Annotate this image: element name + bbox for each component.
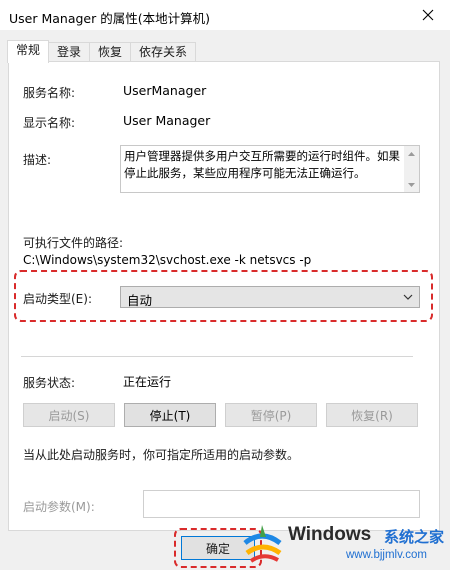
section-divider [21,356,413,357]
display-name-label: 显示名称: [23,116,76,130]
service-name-value: UserManager [123,83,207,98]
close-button[interactable] [406,0,450,30]
tab-logon[interactable]: 登录 [48,42,91,62]
general-panel: 服务名称: UserManager 显示名称: User Manager 描述:… [8,61,440,531]
startup-type-label: 启动类型(E): [23,292,92,306]
watermark-site-name: 系统之家 [384,528,445,546]
scroll-up-arrow-icon[interactable] [404,146,419,161]
startup-type-select[interactable]: 自动 [120,286,420,308]
dialog-body: 常规 登录 恢复 依存关系 服务名称: UserManager 显示名称: Us… [0,30,450,570]
start-params-hint: 当从此处启动服务时，你可指定所适用的启动参数。 [23,448,300,462]
watermark-url: www.bjjmlv.com [346,549,427,561]
watermark-brand: Windows [288,524,372,545]
tab-recovery[interactable]: 恢复 [89,42,132,62]
start-button[interactable]: 启动(S) [23,403,115,427]
display-name-value: User Manager [123,113,211,128]
tab-general[interactable]: 常规 [7,40,50,63]
pause-button[interactable]: 暂停(P) [225,403,317,427]
close-icon [422,9,434,21]
start-params-input[interactable] [143,490,420,518]
tab-strip: 常规 登录 恢复 依存关系 [7,40,197,63]
start-params-label: 启动参数(M): [23,500,95,514]
stop-button[interactable]: 停止(T) [124,403,216,427]
scroll-down-arrow-icon[interactable] [404,177,419,192]
description-box[interactable]: 用户管理器提供多用户交互所需要的运行时组件。如果停止此服务，某些应用程序可能无法… [120,145,420,193]
service-name-label: 服务名称: [23,86,76,100]
windows-logo-icon [243,525,282,563]
site-watermark: Windows 系统之家 www.bjjmlv.com [238,522,446,564]
description-scrollbar[interactable] [404,146,419,192]
resume-button[interactable]: 恢复(R) [326,403,418,427]
title-bar: User Manager 的属性(本地计算机) [0,0,450,30]
executable-path-label: 可执行文件的路径: [23,236,124,250]
startup-type-value: 自动 [127,293,153,308]
tab-dependencies[interactable]: 依存关系 [130,42,197,62]
description-text: 用户管理器提供多用户交互所需要的运行时组件。如果停止此服务，某些应用程序可能无法… [124,149,400,180]
executable-path-value: C:\Windows\system32\svchost.exe -k netsv… [23,253,312,267]
service-status-label: 服务状态: [23,376,76,390]
service-status-value: 正在运行 [123,375,172,389]
window-title: User Manager 的属性(本地计算机) [9,11,210,26]
chevron-down-icon [403,294,413,300]
description-label: 描述: [23,153,52,167]
